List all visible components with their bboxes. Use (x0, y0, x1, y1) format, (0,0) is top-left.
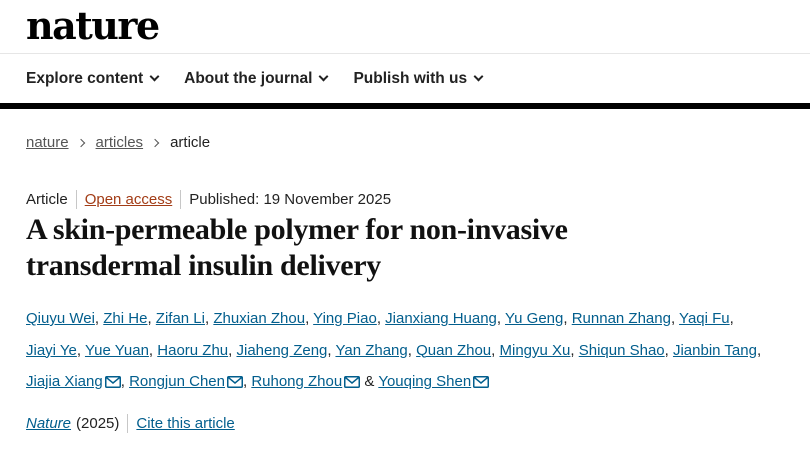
breadcrumb: nature articles article (26, 134, 210, 151)
author-link[interactable]: Jiayi Ye (26, 342, 77, 359)
breadcrumb-current: article (170, 134, 211, 151)
author-link[interactable]: Jianxiang Huang (385, 310, 497, 327)
author-link[interactable]: Jiajia Xiang (26, 373, 103, 390)
nav-label: About the journal (184, 69, 313, 87)
author-link[interactable]: Yaqi Fu (679, 310, 730, 327)
main-nav: Explore content About the journal Publis… (0, 54, 810, 109)
author-link[interactable]: Haoru Zhu (157, 342, 228, 359)
email-icon[interactable] (104, 368, 121, 400)
nav-label: Publish with us (353, 69, 468, 87)
author-link[interactable]: Mingyu Xu (500, 342, 571, 359)
published-date: Published: 19 November 2025 (189, 191, 392, 208)
citation-line: Nature (2025) Cite this article (26, 414, 235, 433)
citation-year: (2025) (76, 415, 120, 432)
author-link[interactable]: Zifan Li (156, 310, 205, 327)
author-link[interactable]: Runnan Zhang (572, 310, 671, 327)
author-link[interactable]: Jiaheng Zeng (236, 342, 327, 359)
chevron-down-icon (149, 71, 160, 82)
email-icon[interactable] (226, 368, 243, 400)
author-link[interactable]: Ying Piao (313, 310, 377, 327)
author-link[interactable]: Ruhong Zhou (251, 373, 342, 390)
author-link[interactable]: Shiqun Shao (579, 342, 665, 359)
breadcrumb-articles[interactable]: articles (96, 134, 144, 151)
article-title: A skin-permeable polymer for non-invasiv… (26, 213, 568, 282)
breadcrumb-nature[interactable]: nature (26, 134, 69, 151)
email-icon[interactable] (344, 368, 361, 400)
divider (127, 414, 129, 433)
nav-about-journal[interactable]: About the journal (184, 69, 329, 88)
chevron-down-icon (318, 71, 329, 82)
chevron-right-icon (150, 138, 160, 147)
open-access-link[interactable]: Open access (85, 191, 173, 208)
author-link[interactable]: Youqing Shen (378, 373, 471, 390)
nav-publish-with-us[interactable]: Publish with us (353, 69, 484, 88)
chevron-right-icon (76, 138, 85, 147)
author-link[interactable]: Rongjun Chen (129, 373, 225, 390)
author-link[interactable]: Quan Zhou (416, 342, 491, 359)
author-conjunction: & (364, 373, 375, 390)
journal-link[interactable]: Nature (26, 415, 71, 432)
nature-logo[interactable]: nature (26, 4, 160, 48)
nav-explore-content[interactable]: Explore content (26, 69, 160, 88)
cite-this-article-link[interactable]: Cite this article (136, 415, 234, 432)
author-link[interactable]: Qiuyu Wei (26, 310, 95, 327)
author-link[interactable]: Zhuxian Zhou (213, 310, 305, 327)
divider (75, 190, 77, 209)
author-link[interactable]: Jianbin Tang (673, 342, 757, 359)
author-link[interactable]: Yue Yuan (85, 342, 149, 359)
author-link[interactable]: Zhi He (103, 310, 147, 327)
author-link[interactable]: Yu Geng (505, 310, 563, 327)
article-meta: Article Open access Published: 19 Novemb… (26, 190, 391, 209)
chevron-down-icon (473, 71, 484, 82)
email-icon[interactable] (473, 368, 490, 400)
author-link[interactable]: Yan Zhang (335, 342, 407, 359)
author-list: Qiuyu Wei, Zhi He, Zifan Li, Zhuxian Zho… (26, 303, 766, 400)
nav-label: Explore content (26, 69, 144, 87)
article-type: Article (26, 191, 68, 208)
site-header: nature (0, 0, 810, 54)
divider (180, 190, 182, 209)
